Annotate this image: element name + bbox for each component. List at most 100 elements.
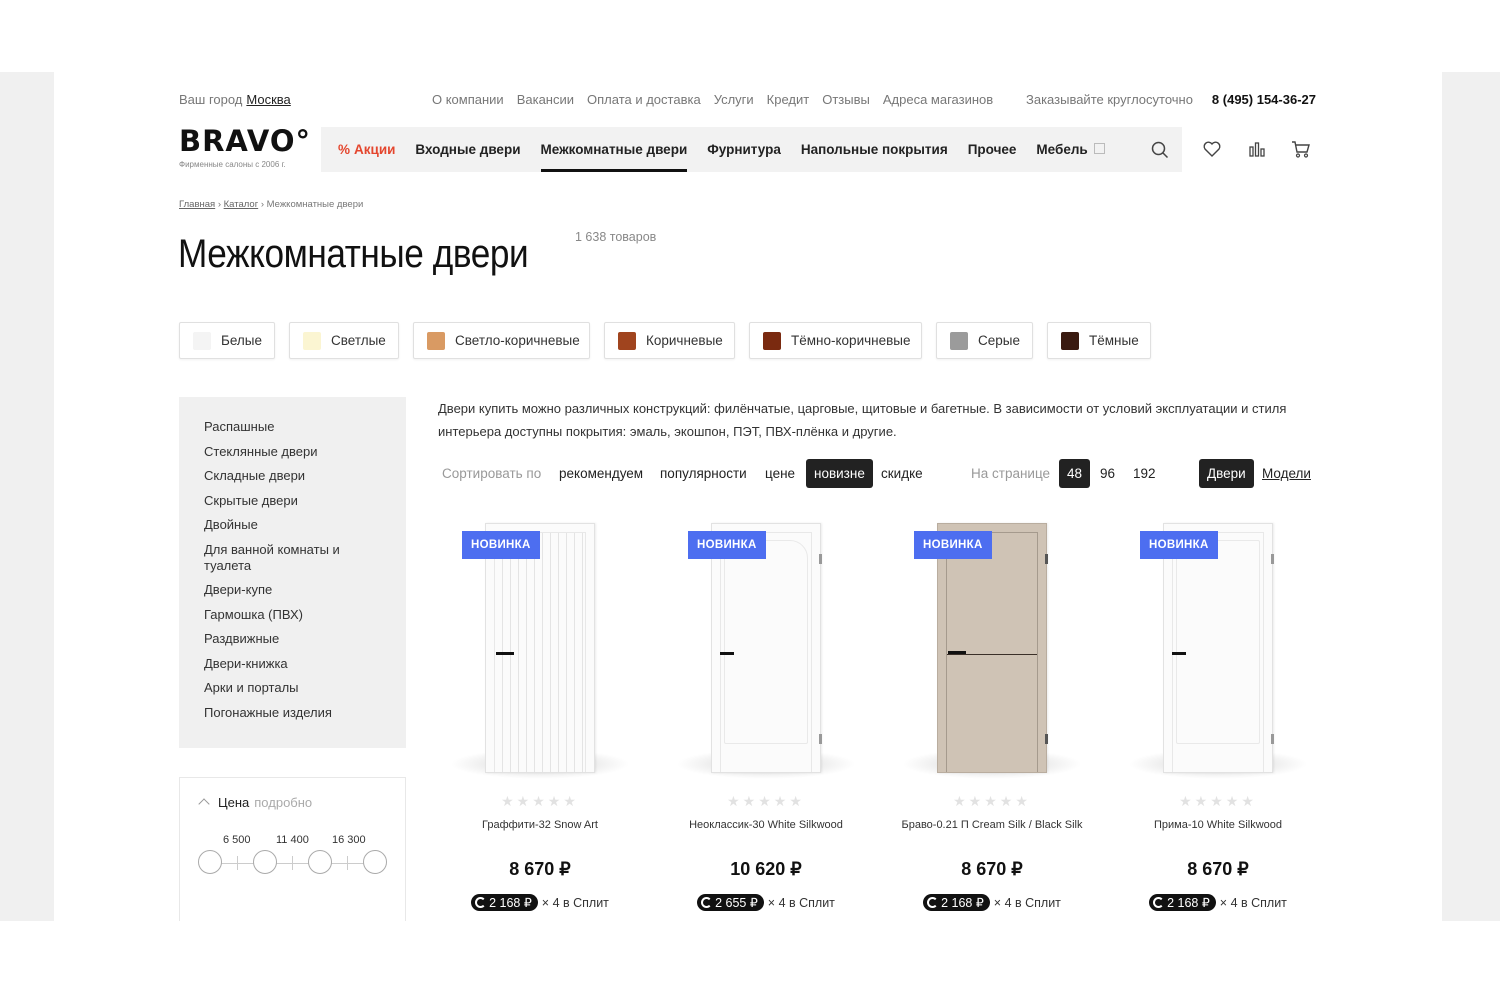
- top-link-store-addresses[interactable]: Адреса магазинов: [883, 92, 993, 107]
- color-swatch: [303, 331, 321, 350]
- sidebar-item-glass-doors[interactable]: Стеклянные двери: [204, 444, 374, 460]
- sidebar-item-arches[interactable]: Арки и порталы: [204, 680, 374, 696]
- product-image[interactable]: НОВИНКА: [440, 523, 640, 779]
- price-slider-handle[interactable]: [253, 850, 277, 874]
- product-card[interactable]: НОВИНКА ★★★★★ Браво-0.21 П Cream Silk / …: [892, 523, 1092, 921]
- per-page-96[interactable]: 96: [1100, 459, 1115, 488]
- phone-number[interactable]: 8 (495) 154-36-27: [1212, 92, 1316, 107]
- color-filter-label: Коричневые: [646, 333, 723, 348]
- top-link-about[interactable]: О компании: [432, 92, 504, 107]
- sidebar-item-accordion[interactable]: Гармошка (ПВХ): [204, 607, 374, 623]
- nav-item-hardware[interactable]: Фурнитура: [707, 127, 781, 172]
- sidebar-item-book[interactable]: Двери-книжка: [204, 656, 374, 672]
- sidebar-item-sliding[interactable]: Раздвижные: [204, 631, 374, 647]
- color-filter-dark[interactable]: Тёмные: [1047, 322, 1151, 359]
- split-payment[interactable]: 2 168 ₽ × 4 в Сплит: [440, 894, 640, 911]
- rating-stars[interactable]: ★★★★★: [666, 793, 866, 810]
- sidebar-item-bathroom[interactable]: Для ванной комнаты и туалета: [204, 542, 374, 574]
- top-link-services[interactable]: Услуги: [714, 92, 754, 107]
- breadcrumb-home[interactable]: Главная: [179, 199, 215, 210]
- color-filter-grey[interactable]: Серые: [936, 322, 1033, 359]
- color-filter-light[interactable]: Светлые: [289, 322, 399, 359]
- product-image[interactable]: НОВИНКА: [1118, 523, 1318, 779]
- rating-stars[interactable]: ★★★★★: [1118, 793, 1318, 810]
- rating-stars[interactable]: ★★★★★: [440, 793, 640, 810]
- sort-option-price[interactable]: цене: [765, 459, 795, 488]
- sidebar-item-mouldings[interactable]: Погонажные изделия: [204, 705, 374, 721]
- color-filter-light-brown[interactable]: Светло-коричневые: [413, 322, 590, 359]
- product-name[interactable]: Браво-0.21 П Cream Silk / Black Silk: [892, 818, 1092, 833]
- city-value[interactable]: Москва: [246, 92, 290, 107]
- price-filter-header[interactable]: Цена подробно: [198, 795, 312, 810]
- sort-option-newest[interactable]: новизне: [806, 459, 873, 488]
- per-page-48[interactable]: 48: [1059, 459, 1091, 488]
- nav-item-other[interactable]: Прочее: [968, 127, 1017, 172]
- sort-option-discount[interactable]: скидке: [881, 459, 923, 488]
- price-scale-value: 6 500: [223, 834, 251, 846]
- color-filter-label: Белые: [221, 333, 263, 348]
- nav-item-entrance-doors[interactable]: Входные двери: [415, 127, 520, 172]
- search-button[interactable]: [1137, 127, 1182, 172]
- product-card[interactable]: НОВИНКА ★★★★★ Прима-10 White Silkwood 8 …: [1118, 523, 1318, 921]
- color-swatch: [950, 331, 968, 350]
- price-slider-handle[interactable]: [308, 850, 332, 874]
- price-scale-value: 16 300: [332, 834, 366, 846]
- color-filter-label: Светло-коричневые: [455, 333, 580, 348]
- breadcrumb: Главная › Каталог › Межкомнатные двери: [179, 199, 363, 210]
- per-page-192[interactable]: 192: [1133, 459, 1156, 488]
- favorites-button[interactable]: [1201, 138, 1223, 160]
- color-filter-label: Серые: [978, 333, 1020, 348]
- rating-stars[interactable]: ★★★★★: [892, 793, 1092, 810]
- split-payment[interactable]: 2 655 ₽ × 4 в Сплит: [666, 894, 866, 911]
- split-text: × 4 в Сплит: [541, 896, 609, 910]
- site-page: Ваш город Москва О компании Вакансии Опла…: [54, 72, 1442, 921]
- sidebar-item-folding-doors[interactable]: Складные двери: [204, 468, 374, 484]
- top-link-vacancies[interactable]: Вакансии: [517, 92, 574, 107]
- nav-item-flooring[interactable]: Напольные покрытия: [801, 127, 948, 172]
- split-payment[interactable]: 2 168 ₽ × 4 в Сплит: [892, 894, 1092, 911]
- nav-item-promotions[interactable]: % Акции: [338, 127, 395, 172]
- product-name[interactable]: Прима-10 White Silkwood: [1118, 818, 1318, 833]
- top-link-reviews[interactable]: Отзывы: [822, 92, 870, 107]
- nav-item-interior-doors[interactable]: Межкомнатные двери: [540, 127, 687, 172]
- sort-option-recommended[interactable]: рекомендуем: [559, 459, 643, 488]
- color-filter-dark-brown[interactable]: Тёмно-коричневые: [749, 322, 922, 359]
- split-amount: 2 168 ₽: [489, 896, 532, 910]
- product-card[interactable]: НОВИНКА ★★★★★ Граффити-32 Snow Art 8 670…: [440, 523, 640, 921]
- sort-option-popularity[interactable]: популярности: [660, 459, 747, 488]
- color-filter-brown[interactable]: Коричневые: [604, 322, 735, 359]
- product-name[interactable]: Неоклассик-30 White Silkwood: [666, 818, 866, 833]
- price-slider-tick: [292, 856, 293, 870]
- color-filter-white[interactable]: Белые: [179, 322, 275, 359]
- product-image[interactable]: НОВИНКА: [666, 523, 866, 779]
- view-doors-button[interactable]: Двери: [1199, 459, 1254, 488]
- price-filter-detail-link[interactable]: подробно: [254, 795, 312, 810]
- price-slider-max-handle[interactable]: [363, 850, 387, 874]
- door-hinge: [1271, 554, 1274, 564]
- door-handle: [948, 651, 966, 654]
- split-amount-tag: 2 168 ₽: [471, 894, 538, 911]
- split-payment[interactable]: 2 168 ₽ × 4 в Сплит: [1118, 894, 1318, 911]
- price-slider-min-handle[interactable]: [198, 850, 222, 874]
- breadcrumb-separator: ›: [260, 199, 264, 210]
- split-text: × 4 в Сплит: [767, 896, 835, 910]
- nav-item-furniture[interactable]: Мебель: [1036, 127, 1105, 172]
- sidebar-item-swing[interactable]: Распашные: [204, 419, 374, 435]
- new-badge: НОВИНКА: [914, 531, 992, 559]
- door-hinge: [819, 554, 822, 564]
- sidebar-item-coupe[interactable]: Двери-купе: [204, 582, 374, 598]
- color-filter-label: Светлые: [331, 333, 386, 348]
- top-link-payment-delivery[interactable]: Оплата и доставка: [587, 92, 701, 107]
- cart-button[interactable]: [1290, 138, 1312, 160]
- breadcrumb-catalog[interactable]: Каталог: [224, 199, 259, 210]
- logo[interactable]: BRAVO° Фирменные салоны с 2006 г.: [179, 124, 310, 169]
- product-name[interactable]: Граффити-32 Snow Art: [440, 818, 640, 833]
- top-link-credit[interactable]: Кредит: [767, 92, 810, 107]
- compare-button[interactable]: [1246, 138, 1268, 160]
- city-selector[interactable]: Ваш город Москва: [179, 92, 291, 107]
- sidebar-item-double[interactable]: Двойные: [204, 517, 374, 533]
- product-card[interactable]: НОВИНКА ★★★★★ Неоклассик-30 White Silkwo…: [666, 523, 866, 921]
- sidebar-item-hidden-doors[interactable]: Скрытые двери: [204, 493, 374, 509]
- view-models-button[interactable]: Модели: [1262, 459, 1311, 488]
- product-image[interactable]: НОВИНКА: [892, 523, 1092, 779]
